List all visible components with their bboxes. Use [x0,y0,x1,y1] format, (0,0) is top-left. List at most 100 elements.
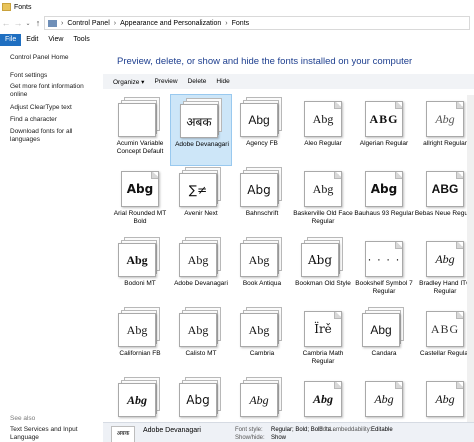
font-tile[interactable]: अबक Adobe Devanagari [170,94,232,166]
back-arrow-icon[interactable]: ← [0,18,12,28]
font-tile[interactable]: Abg Bauhaus 93 Regular [353,164,415,236]
font-tile[interactable]: · · · · Bookshelf Symbol 7 Regular [353,234,415,306]
font-tile[interactable]: Abg Arial Rounded MT Bold [109,164,171,236]
font-file-icon: ABG [362,97,406,137]
font-tile[interactable]: Abg Agency FB [231,94,293,166]
sidebar-link-text-services[interactable]: Text Services and Input Language [10,426,102,442]
font-tile[interactable]: Abg Calisto MT [170,304,232,376]
font-name-label: Adobe Devanagari [175,141,229,148]
font-tile[interactable]: Abg [231,374,293,426]
vertical-scrollbar[interactable] [467,95,474,422]
font-name-label: Bahnschrift [245,210,279,217]
font-tile[interactable]: Acumin Variable Concept Default [109,94,171,166]
font-sample-text: Ïrě [314,322,332,336]
font-tile[interactable]: Abg Bahnschrift [231,164,293,236]
font-file-icon: · · · · [362,237,406,277]
sidebar-link-download-fonts[interactable]: Download fonts for all languages [10,128,102,144]
breadcrumb[interactable]: › Control Panel › Appearance and Persona… [44,16,470,30]
font-sample-text: Abg [435,391,455,406]
font-tile[interactable]: Abg [292,374,354,426]
sidebar-link-control-panel-home[interactable]: Control Panel Home [10,54,102,62]
font-sample-text: ABG [431,182,459,196]
font-name-label: Adobe Devanagari [174,280,228,287]
font-tile[interactable]: Abg Bradley Hand ITC Regular [414,234,474,306]
font-sample-text: ∑≠ [188,183,208,197]
font-name-label: Bookman Old Style [295,280,351,287]
font-tile[interactable]: ∑≠ Avenir Next [170,164,232,236]
font-file-icon: Ïrě [301,307,345,347]
font-file-icon: Abg [118,237,162,277]
menu-view[interactable]: View [43,34,68,46]
sidebar-link-cleartype[interactable]: Adjust ClearType text [10,104,102,112]
font-tile[interactable]: Abg Cambria [231,304,293,376]
font-name-label: Arial Rounded MT Bold [113,210,167,225]
font-tile[interactable]: ABG Castellar Regular [414,304,474,376]
see-also-heading: See also [10,415,36,422]
menu-bar: File Edit View Tools [0,34,474,46]
title-bar: Fonts [0,0,474,14]
sidebar-link-font-settings[interactable]: Font settings [10,72,102,80]
font-tile[interactable]: ABG Bebas Neue Regular [414,164,474,236]
font-embeddability-value: Editable [371,427,393,433]
font-tile[interactable]: Abg Baskerville Old Face Regular [292,164,354,236]
font-tile[interactable]: Abg Book Antiqua [231,234,293,306]
organize-button[interactable]: Organize ▾ [108,78,149,86]
font-sample-text: Abg [435,111,455,126]
recent-locations-chevron-icon[interactable]: ⌄ [24,20,32,27]
font-tile[interactable]: Abg [109,374,171,426]
font-name-label: Cambria [249,350,275,357]
font-file-icon: Abg [362,167,406,207]
preview-button[interactable]: Preview [149,78,182,85]
font-tile[interactable]: Abg [353,374,415,426]
font-tile[interactable]: Abg Candara [353,304,415,376]
breadcrumb-control-panel[interactable]: Control Panel [67,20,109,27]
font-sample-text: Abg [312,181,334,196]
font-grid: Acumin Variable Concept Default अबक Adobe … [103,94,474,426]
font-tile[interactable]: Abg allright Regular [414,94,474,166]
font-name-label: Bauhaus 93 Regular [354,210,414,217]
menu-edit[interactable]: Edit [21,34,43,46]
font-file-icon: अबक [180,98,224,138]
breadcrumb-appearance[interactable]: Appearance and Personalization [120,20,221,27]
font-sample-text: Abg [126,392,147,407]
delete-button[interactable]: Delete [183,78,212,85]
font-tile[interactable]: Abg Bodoni MT [109,234,171,306]
font-file-icon: Abg [240,307,284,347]
font-sample-text: Abg [248,252,270,267]
font-tile[interactable]: Abg Bookman Old Style [292,234,354,306]
sidebar-link-find-character[interactable]: Find a character [10,116,102,124]
up-arrow-icon[interactable]: ↑ [32,18,44,28]
font-tile[interactable]: Abg [414,374,474,426]
forward-arrow-icon[interactable]: → [12,18,24,28]
font-file-icon: Abg [301,237,345,277]
font-sample-text: Abg [370,182,398,196]
font-sample-text: Abg [307,253,333,267]
font-name-label: allright Regular [423,140,467,147]
font-file-icon: Abg [423,377,467,417]
breadcrumb-fonts[interactable]: Fonts [232,20,250,27]
font-tile[interactable]: Ïrě Cambria Math Regular [292,304,354,376]
control-panel-icon [48,19,57,27]
font-tile[interactable]: Abg Aleo Regular [292,94,354,166]
font-sample-text: ABG [369,111,399,126]
font-sample-text: · · · · [367,252,401,266]
font-name-label: Aleo Regular [304,140,342,147]
font-embeddability-label: Font embeddability: [319,427,372,433]
font-file-icon: Abg [179,237,223,277]
font-file-icon: Abg [362,307,406,347]
hide-button[interactable]: Hide [211,78,234,85]
font-tile[interactable]: Abg [170,374,232,426]
font-name-label: Candara [371,350,397,357]
font-file-icon: Abg [240,377,284,417]
show-hide-label: Show/hide: [235,435,265,441]
font-sample-text: Abg [248,322,270,337]
window-title: Fonts [14,3,32,11]
sidebar-link-more-font-info[interactable]: Get more font information online [10,83,102,99]
font-tile[interactable]: Abg Californian FB [109,304,171,376]
menu-file[interactable]: File [0,34,22,46]
font-tile[interactable]: ABG Algerian Regular [353,94,415,166]
font-tile[interactable]: Abg Adobe Devanagari [170,234,232,306]
menu-tools[interactable]: Tools [68,34,94,46]
font-file-icon: Abg [179,307,223,347]
font-sample-text: अबक [186,114,212,129]
